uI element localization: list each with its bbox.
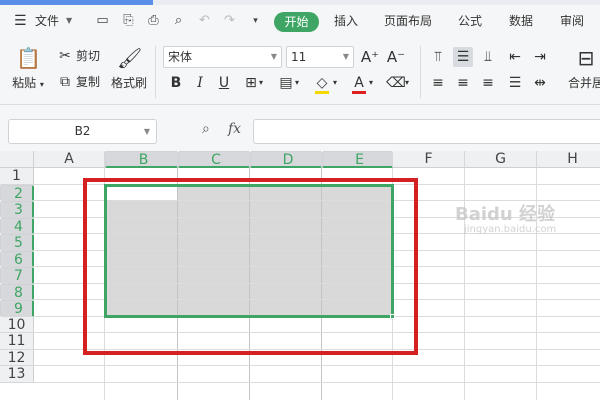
chevron-down-icon[interactable]: ▾ <box>292 73 302 93</box>
chevron-down-icon: ▼ <box>270 52 277 61</box>
chevron-down-icon[interactable]: ▼ <box>66 13 72 29</box>
row-header[interactable]: 2 <box>0 184 34 202</box>
bold-icon[interactable]: B <box>166 73 186 93</box>
row-header[interactable]: 7 <box>0 267 34 284</box>
format-painter-button[interactable]: 🖌 格式刷 <box>108 46 150 91</box>
tab-home[interactable]: 开始 <box>274 12 319 32</box>
fill-color-swatch <box>315 91 329 94</box>
row-header[interactable]: 8 <box>0 283 34 301</box>
copy-button[interactable]: ⧉ 复制 <box>57 74 100 90</box>
column-header[interactable]: E <box>322 151 393 168</box>
column-header[interactable]: A <box>34 151 105 168</box>
column-header[interactable]: D <box>250 151 322 168</box>
row-header[interactable]: 4 <box>0 217 34 235</box>
column-header[interactable]: C <box>178 151 250 168</box>
copy-icon: ⧉ <box>60 74 70 90</box>
chevron-down-icon[interactable]: ▾ <box>256 73 266 93</box>
scissors-icon: ✂ <box>59 48 71 64</box>
column-header[interactable]: B <box>105 151 178 168</box>
font-name-value: 宋体 <box>168 50 193 64</box>
copy-label: 复制 <box>76 75 101 89</box>
print-preview-icon[interactable]: ⌕ <box>171 14 186 28</box>
row-header[interactable]: 11 <box>0 333 34 350</box>
more-icon[interactable]: ▾ <box>248 14 263 28</box>
watermark-url: jingyan.baidu.com <box>464 224 557 235</box>
paste-label: 粘贴 <box>12 76 37 90</box>
chevron-down-icon: ▼ <box>143 127 150 136</box>
align-center-icon[interactable]: ≡ <box>453 73 473 93</box>
tab-formulas[interactable]: 公式 <box>458 13 482 29</box>
file-menu[interactable]: 文件 <box>35 13 59 29</box>
divider <box>420 46 421 98</box>
fx-icon[interactable]: fx <box>228 121 241 137</box>
zoom-search-icon[interactable]: ⌕ <box>202 121 210 137</box>
chevron-down-icon: ▼ <box>342 52 349 61</box>
name-box[interactable]: B2 ▼ <box>8 119 157 144</box>
menu-bar: ☰ 文件 ▼ ▭ ⎘ ⎙ ⌕ ↶ ↷ ▾ 开始 插入 页面布局 公式 数据 审阅 <box>0 5 600 38</box>
align-bottom-icon[interactable]: ⫫ <box>478 47 498 67</box>
merge-label: 合并居 <box>567 76 600 90</box>
export-pdf-icon[interactable]: ⎘ <box>121 14 136 28</box>
formula-input[interactable] <box>253 119 600 144</box>
indent-decrease-icon[interactable]: ⇤ <box>505 47 525 67</box>
tab-review[interactable]: 审阅 <box>560 13 584 29</box>
chevron-down-icon[interactable]: ▾ <box>366 73 376 93</box>
column-header[interactable]: F <box>393 151 465 168</box>
spreadsheet-grid[interactable]: A B C D E F G H 1 2 3 4 5 6 7 8 9 10 11 12 13 <box>0 151 600 400</box>
indent-increase-icon[interactable]: ⇥ <box>530 47 550 67</box>
gridline-horizontal <box>34 365 600 366</box>
column-header[interactable]: H <box>537 151 600 168</box>
align-right-icon[interactable]: ≡ <box>478 73 498 93</box>
save-icon[interactable]: ▭ <box>95 14 110 28</box>
merge-center-button[interactable]: ⊟ 合并居 <box>566 46 600 91</box>
row-header[interactable]: 5 <box>0 234 34 251</box>
row-header[interactable]: 3 <box>0 201 34 218</box>
font-name-select[interactable]: 宋体 ▼ <box>163 46 282 68</box>
align-left-icon[interactable]: ≡ <box>428 73 448 93</box>
cut-label: 剪切 <box>76 49 101 63</box>
merge-cells-icon: ⊟ <box>577 46 595 70</box>
paste-button[interactable]: 📋 粘贴 ▾ <box>10 46 46 91</box>
font-size-value: 11 <box>291 50 307 64</box>
chevron-down-icon[interactable]: ▾ <box>402 73 412 93</box>
clipboard-icon: 📋 <box>16 46 41 70</box>
decrease-font-icon[interactable]: A⁻ <box>386 47 406 67</box>
formula-bar: B2 ▼ ⌕ fx <box>0 105 600 151</box>
font-size-select[interactable]: 11 ▼ <box>286 46 354 68</box>
redo-icon[interactable]: ↷ <box>222 14 237 28</box>
increase-font-icon[interactable]: A⁺ <box>360 47 380 67</box>
watermark-logo: Baidu 经验 <box>455 204 556 225</box>
highlight-annotation-box <box>83 178 418 355</box>
font-color-swatch <box>352 91 366 94</box>
row-header[interactable]: 6 <box>0 250 34 268</box>
cut-button[interactable]: ✂ 剪切 <box>57 48 100 64</box>
align-top-icon[interactable]: ⫪ <box>428 47 448 67</box>
tab-page-layout[interactable]: 页面布局 <box>384 13 432 29</box>
tab-data[interactable]: 数据 <box>509 13 533 29</box>
row-header[interactable]: 10 <box>0 316 34 333</box>
align-middle-icon[interactable]: ☰ <box>453 47 473 67</box>
justify-icon[interactable]: ☰ <box>505 73 525 93</box>
fill-color-icon[interactable]: ◇ <box>312 73 332 93</box>
column-header[interactable]: G <box>465 151 537 168</box>
name-box-value: B2 <box>74 124 91 138</box>
select-all-corner[interactable] <box>0 151 34 168</box>
row-header[interactable]: 13 <box>0 366 34 383</box>
row-header[interactable]: 9 <box>0 300 34 317</box>
row-header[interactable]: 12 <box>0 349 34 366</box>
hamburger-icon[interactable]: ☰ <box>14 13 27 29</box>
distributed-icon[interactable]: ⇹ <box>530 73 550 93</box>
gridline-horizontal <box>34 381 600 383</box>
undo-icon[interactable]: ↶ <box>197 14 212 28</box>
divider <box>155 46 156 98</box>
underline-icon[interactable]: U <box>214 73 234 93</box>
row-header[interactable]: 1 <box>0 168 34 185</box>
italic-icon[interactable]: I <box>190 73 210 93</box>
tab-insert[interactable]: 插入 <box>334 13 358 29</box>
chevron-down-icon[interactable]: ▾ <box>330 73 340 93</box>
ribbon-toolbar: 📋 粘贴 ▾ ✂ 剪切 ⧉ 复制 🖌 格式刷 宋体 ▼ 11 ▼ A⁺ A⁻ B… <box>0 38 600 105</box>
print-icon[interactable]: ⎙ <box>146 14 161 28</box>
paintbrush-icon: 🖌 <box>117 46 143 70</box>
format-painter-label: 格式刷 <box>110 76 147 90</box>
